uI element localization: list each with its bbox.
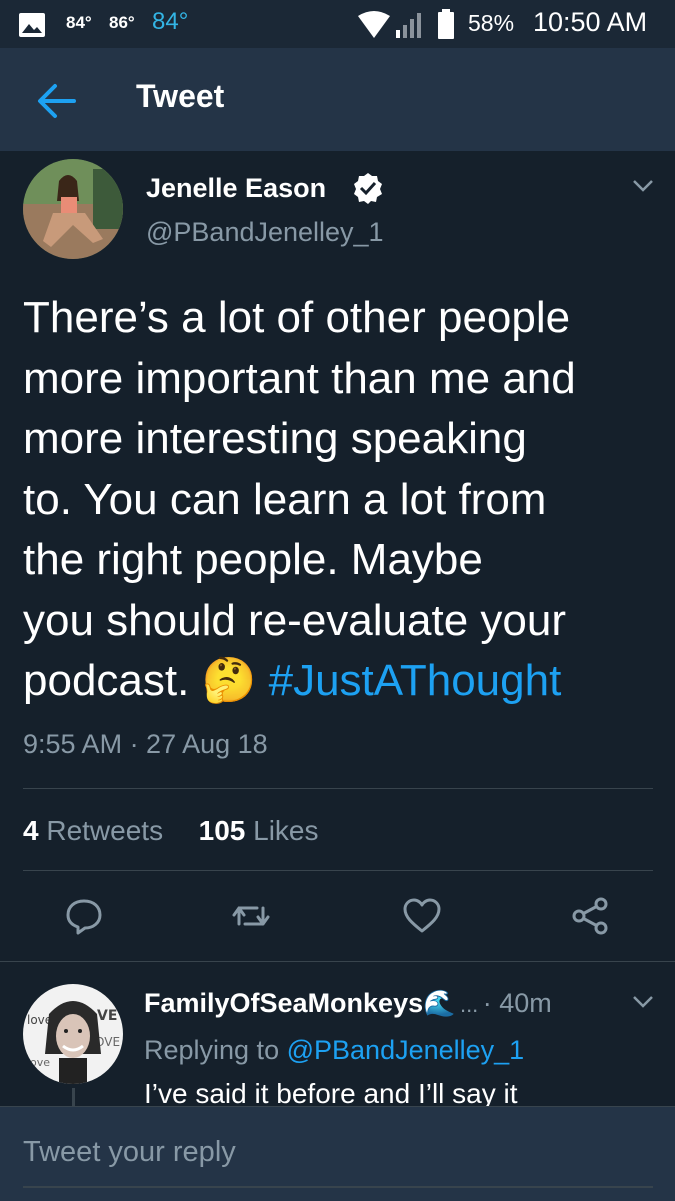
author-handle[interactable]: @PBandJenelley_1 — [146, 217, 384, 248]
chevron-down-icon[interactable] — [632, 178, 654, 194]
svg-text:love: love — [27, 1056, 50, 1069]
retweet-icon[interactable] — [231, 896, 271, 936]
wave-emoji: 🌊 — [423, 988, 456, 1018]
tweet-text-line-last: podcast. 🤔 #JustAThought — [23, 651, 663, 712]
tweet-text-line: to. You can learn a lot from — [23, 474, 547, 524]
tweet-text-end: podcast. — [23, 656, 190, 705]
avatar[interactable] — [23, 159, 123, 259]
likes-label: Likes — [253, 815, 319, 846]
tweet-text-line: more interesting speaking — [23, 414, 527, 463]
reply-header: FamilyOfSeaMonkeys🌊 ... · 40m — [144, 988, 552, 1019]
share-icon[interactable] — [570, 896, 610, 936]
tweet-text-line: you should re-evaluate your — [23, 595, 566, 645]
reply-time: · 40m — [482, 988, 552, 1018]
weather-temp-1: 84° — [66, 13, 92, 32]
tweet-timestamp: 9:55 AM · 27 Aug 18 — [23, 729, 268, 759]
svg-text:VE: VE — [97, 1008, 117, 1024]
battery-icon — [438, 9, 454, 39]
retweets-count: 4 — [23, 815, 39, 846]
divider — [23, 788, 653, 789]
arrow-left-icon[interactable] — [36, 83, 76, 119]
replying-to-handle[interactable]: @PBandJenelley_1 — [287, 1035, 525, 1065]
tweet-stats: 4 Retweets 105 Likes — [23, 815, 319, 847]
likes-stat[interactable]: 105 Likes — [199, 815, 319, 846]
tweet-text-line: more important than me and — [23, 353, 576, 403]
battery-percent: 58% — [468, 10, 515, 36]
tweet-text: There’s a lot of other people more impor… — [23, 288, 663, 712]
section-divider — [0, 961, 675, 962]
page-title: Tweet — [136, 78, 225, 114]
retweets-label: Retweets — [46, 815, 164, 846]
reply-text-clip: I’ve said it before and I’ll say it — [144, 1078, 664, 1106]
reply-text: I’ve said it before and I’ll say it — [144, 1078, 518, 1106]
reply-name-ellipsis: ... — [459, 992, 479, 1017]
app-header — [0, 48, 675, 151]
verified-badge-icon — [354, 173, 382, 204]
likes-count: 105 — [198, 815, 246, 846]
tweet-text-line: There’s a lot of other people — [23, 293, 571, 342]
thinking-emoji: 🤔 — [201, 656, 257, 705]
weather-temp-2: 86° — [109, 13, 135, 32]
replying-to-prefix: Replying to — [144, 1035, 280, 1065]
avatar-photo — [23, 159, 123, 259]
tweet-text-line: the right people. Maybe — [23, 535, 483, 584]
thread-line — [72, 1088, 75, 1108]
reply-input-underline — [23, 1186, 653, 1188]
clock: 10:50 AM — [533, 7, 648, 37]
wifi-signal-icon — [358, 11, 421, 38]
reply-icon[interactable] — [64, 896, 104, 936]
reply-avatar-photo: love VE OVE love — [23, 984, 123, 1084]
gallery-icon — [19, 13, 45, 37]
replying-to: Replying to @PBandJenelley_1 — [144, 1035, 524, 1066]
reply-display-name[interactable]: FamilyOfSeaMonkeys — [144, 988, 423, 1018]
reply-chevron-down-icon[interactable] — [632, 994, 654, 1010]
divider — [23, 870, 653, 871]
reply-input[interactable] — [23, 1136, 653, 1169]
hashtag-link[interactable]: #JustAThought — [269, 656, 562, 705]
weather-temp-3: 84° — [152, 8, 189, 35]
reply-avatar[interactable]: love VE OVE love — [23, 984, 123, 1084]
like-icon[interactable] — [402, 896, 442, 936]
status-bar: 84° 86° 84° 58% 10:50 AM — [0, 0, 675, 48]
author-display-name[interactable]: Jenelle Eason — [146, 173, 326, 204]
retweets-stat[interactable]: 4 Retweets — [23, 815, 163, 846]
